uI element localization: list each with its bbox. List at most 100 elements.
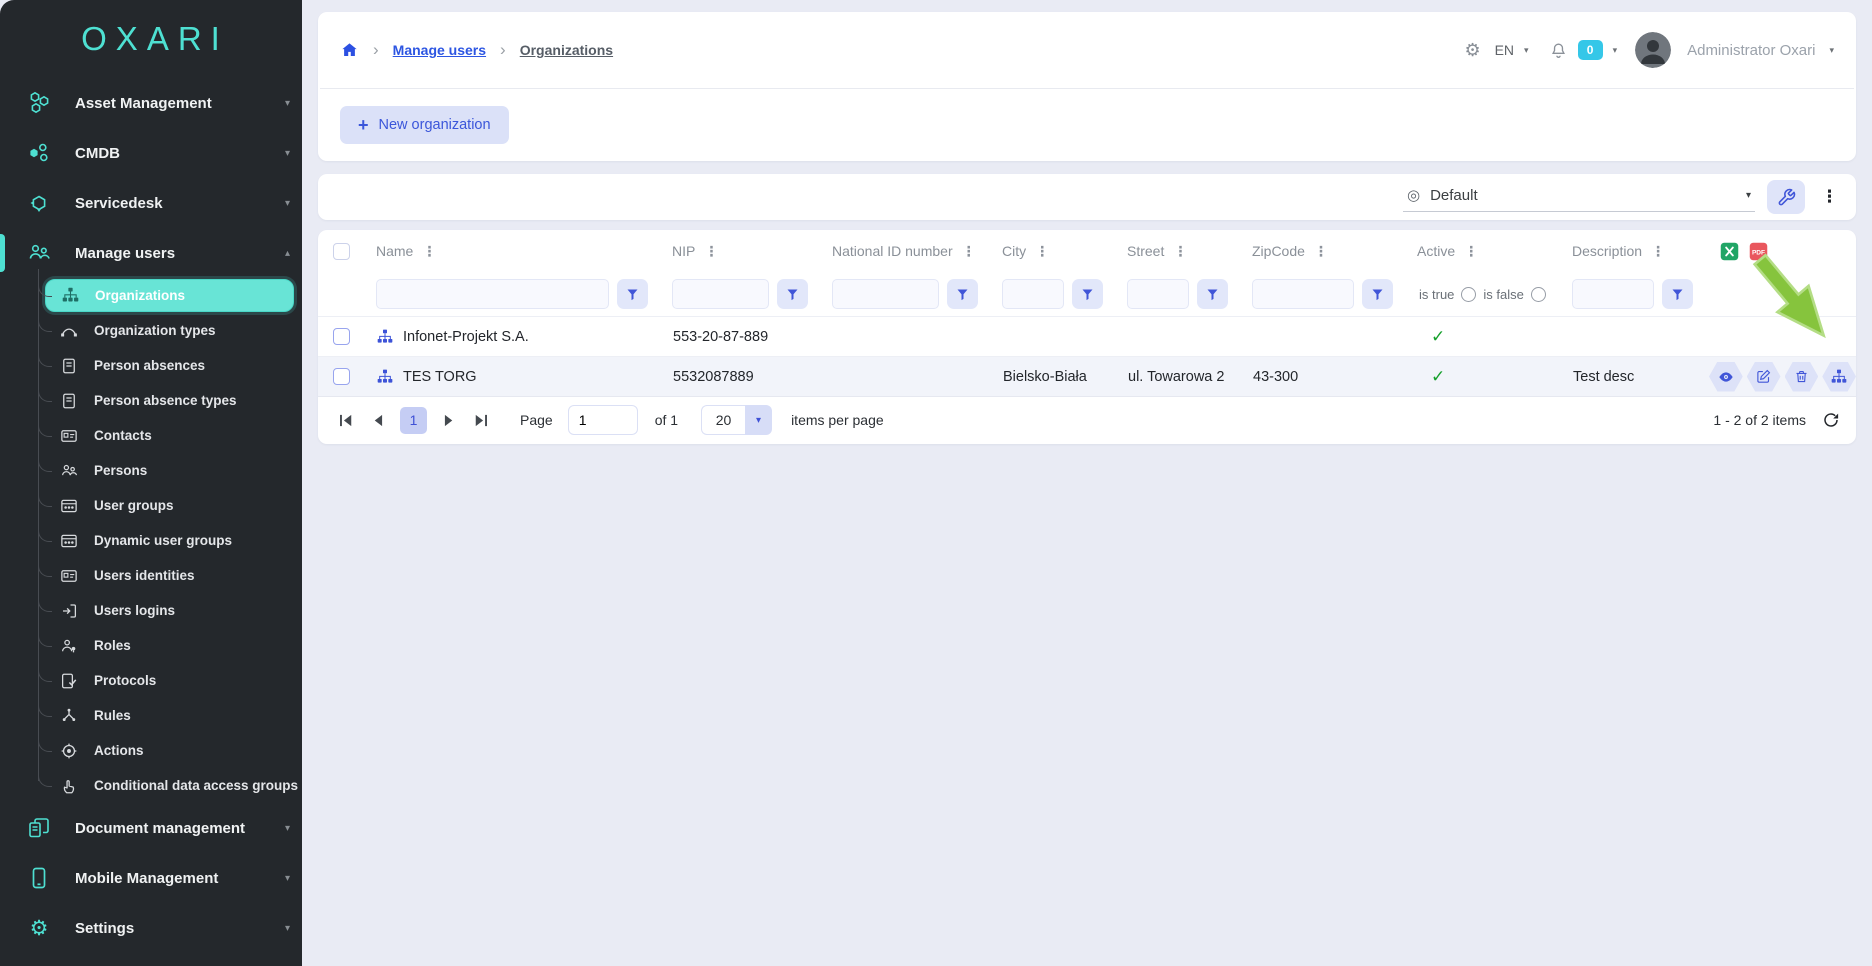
gear-icon: ⚙	[26, 915, 52, 941]
is-false-radio[interactable]	[1531, 287, 1546, 302]
sidebar-item-servicedesk[interactable]: Servicedesk ▾	[0, 178, 302, 228]
cell-nip: 5532087889	[660, 369, 820, 385]
bell-icon[interactable]	[1549, 41, 1568, 60]
first-page-button[interactable]	[334, 408, 358, 432]
name-filter-button[interactable]	[617, 279, 648, 309]
national-id-filter-input[interactable]	[832, 279, 939, 309]
street-filter-input[interactable]	[1127, 279, 1189, 309]
column-header-nip[interactable]: NIP	[672, 243, 695, 259]
nip-filter-button[interactable]	[777, 279, 808, 309]
notifications-badge[interactable]: 0	[1578, 40, 1603, 60]
page-number-input[interactable]	[568, 405, 638, 435]
delete-button[interactable]	[1785, 362, 1819, 392]
export-pdf-icon[interactable]	[1748, 241, 1769, 262]
column-menu-icon[interactable]: ⋮	[962, 243, 976, 260]
caret-down-icon[interactable]: ▾	[1829, 45, 1834, 56]
column-menu-icon[interactable]: ⋮	[422, 243, 436, 260]
column-header-name[interactable]: Name	[376, 243, 413, 259]
sidebar-item-settings[interactable]: ⚙ Settings ▾	[0, 903, 302, 953]
is-true-radio[interactable]	[1461, 287, 1476, 302]
sidebar-item-asset-management[interactable]: Asset Management ▾	[0, 78, 302, 128]
sidebar-item-actions[interactable]: Actions	[40, 733, 302, 768]
new-organization-button[interactable]: + New organization	[340, 106, 509, 144]
organization-name[interactable]: TES TORG	[403, 369, 477, 385]
national-id-filter-button[interactable]	[947, 279, 978, 309]
people-icon	[26, 240, 52, 266]
sidebar-item-user-groups[interactable]: User groups	[40, 488, 302, 523]
previous-page-button[interactable]	[367, 408, 391, 432]
refresh-icon[interactable]	[1822, 411, 1840, 429]
zipcode-filter-button[interactable]	[1362, 279, 1393, 309]
row-checkbox[interactable]	[333, 368, 350, 385]
select-all-checkbox[interactable]	[333, 243, 350, 260]
sidebar-item-cmdb[interactable]: CMDB ▾	[0, 128, 302, 178]
row-checkbox[interactable]	[333, 328, 350, 345]
last-page-button[interactable]	[469, 408, 493, 432]
column-header-national-id[interactable]: National ID number	[832, 243, 953, 259]
sidebar-item-protocols[interactable]: Protocols	[40, 663, 302, 698]
home-icon[interactable]	[340, 41, 359, 60]
sidebar-item-person-absences[interactable]: Person absences	[40, 348, 302, 383]
city-filter-button[interactable]	[1072, 279, 1103, 309]
page-size-select[interactable]: 20 ▾	[701, 405, 772, 435]
street-filter-button[interactable]	[1197, 279, 1228, 309]
view-selector-dropdown[interactable]: ◎ Default ▾	[1403, 182, 1755, 212]
sidebar-item-label: Servicedesk	[75, 195, 163, 212]
sidebar-item-roles[interactable]: Roles	[40, 628, 302, 663]
breadcrumb-separator: ›	[373, 40, 379, 60]
column-header-description[interactable]: Description	[1572, 243, 1642, 259]
sidebar-item-mobile-management[interactable]: Mobile Management ▾	[0, 853, 302, 903]
breadcrumb: › Manage users › Organizations	[340, 40, 613, 60]
name-filter-input[interactable]	[376, 279, 609, 309]
sidebar-item-person-absence-types[interactable]: Person absence types	[40, 383, 302, 418]
column-menu-icon[interactable]: ⋮	[1651, 243, 1665, 260]
nip-filter-input[interactable]	[672, 279, 769, 309]
table-row[interactable]: TES TORG 5532087889 Bielsko-Biała ul. To…	[318, 356, 1856, 396]
sidebar-item-document-management[interactable]: Document management ▾	[0, 803, 302, 853]
column-header-zipcode[interactable]: ZipCode	[1252, 243, 1305, 259]
column-menu-icon[interactable]: ⋮	[1464, 243, 1478, 260]
column-menu-icon[interactable]: ⋮	[1035, 243, 1049, 260]
description-filter-input[interactable]	[1572, 279, 1654, 309]
settings-gear-icon[interactable]: ⚙	[1464, 40, 1480, 61]
toolbar-kebab-menu[interactable]: ⋮	[1817, 187, 1842, 207]
breadcrumb-link-manage-users[interactable]: Manage users	[393, 42, 486, 58]
caret-down-icon[interactable]: ▾	[1524, 45, 1529, 56]
sidebar-item-users-identities[interactable]: Users identities	[40, 558, 302, 593]
export-excel-icon[interactable]	[1719, 241, 1740, 262]
column-header-city[interactable]: City	[1002, 243, 1026, 259]
funnel-icon	[785, 287, 800, 302]
cell-street: ul. Towarowa 2	[1115, 369, 1240, 385]
column-menu-icon[interactable]: ⋮	[1173, 243, 1187, 260]
id-card-icon	[60, 567, 78, 585]
sidebar-item-users-logins[interactable]: Users logins	[40, 593, 302, 628]
caret-down-icon[interactable]: ▾	[1613, 45, 1618, 56]
organization-name[interactable]: Infonet-Projekt S.A.	[403, 329, 529, 345]
items-range-label: 1 - 2 of 2 items	[1713, 412, 1806, 428]
caret-down-icon: ▾	[1746, 190, 1751, 201]
sidebar-item-rules[interactable]: Rules	[40, 698, 302, 733]
view-button[interactable]	[1709, 362, 1743, 392]
table-row[interactable]: Infonet-Projekt S.A. 553-20-87-889 ✓	[318, 316, 1856, 356]
column-menu-icon[interactable]: ⋮	[1314, 243, 1328, 260]
description-filter-button[interactable]	[1662, 279, 1693, 309]
hierarchy-button[interactable]	[1822, 362, 1856, 392]
sidebar-item-conditional-data-access-groups[interactable]: Conditional data access groups	[40, 768, 302, 803]
sidebar-item-contacts[interactable]: Contacts	[40, 418, 302, 453]
sidebar-item-organizations[interactable]: Organizations	[40, 278, 302, 313]
next-page-button[interactable]	[436, 408, 460, 432]
zipcode-filter-input[interactable]	[1252, 279, 1354, 309]
sidebar-item-organization-types[interactable]: Organization types	[40, 313, 302, 348]
edit-button[interactable]	[1747, 362, 1781, 392]
avatar[interactable]	[1635, 32, 1671, 68]
column-menu-icon[interactable]: ⋮	[704, 243, 718, 260]
grid-settings-button[interactable]	[1767, 180, 1805, 214]
column-header-street[interactable]: Street	[1127, 243, 1164, 259]
city-filter-input[interactable]	[1002, 279, 1064, 309]
sidebar-item-persons[interactable]: Persons	[40, 453, 302, 488]
current-page-button[interactable]: 1	[400, 407, 427, 434]
chevron-down-icon: ▾	[285, 98, 290, 109]
column-header-active[interactable]: Active	[1417, 243, 1455, 259]
sidebar-item-dynamic-user-groups[interactable]: Dynamic user groups	[40, 523, 302, 558]
language-selector[interactable]: EN	[1495, 42, 1514, 58]
